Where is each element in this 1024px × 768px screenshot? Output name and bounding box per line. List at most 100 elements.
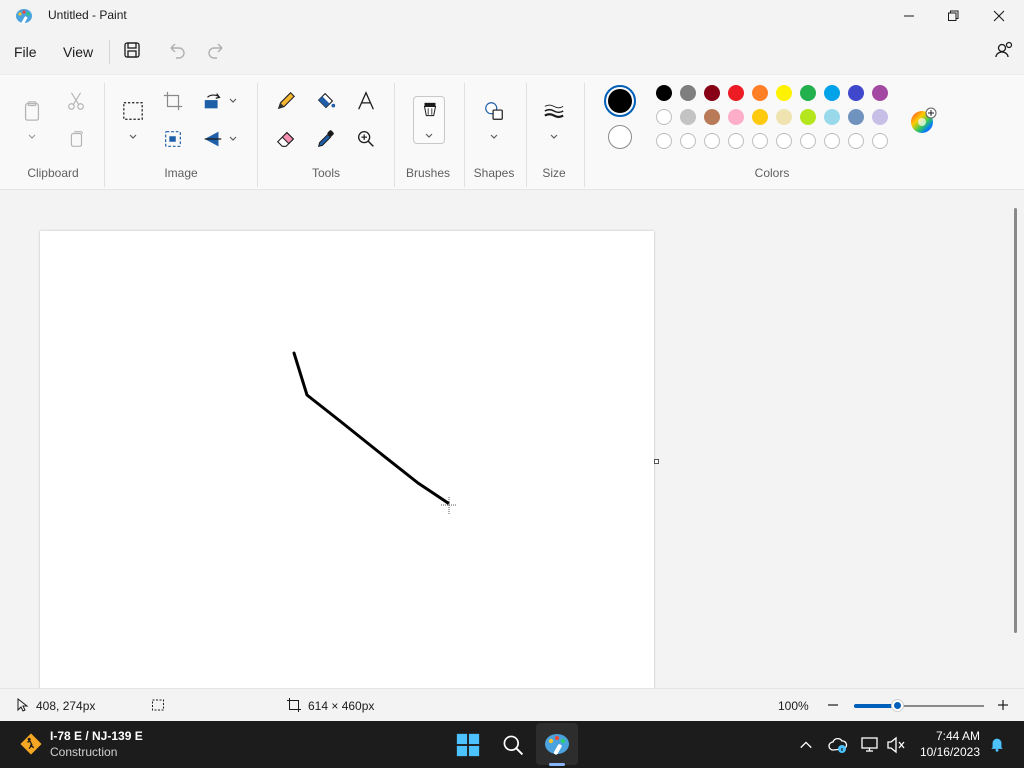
custom-color-slot[interactable] bbox=[824, 133, 840, 149]
save-button[interactable] bbox=[122, 40, 142, 60]
secondary-color-button[interactable] bbox=[608, 125, 632, 149]
rotate-button[interactable] bbox=[201, 89, 225, 113]
flip-button[interactable] bbox=[201, 127, 225, 151]
restore-icon bbox=[948, 10, 959, 21]
search-button[interactable] bbox=[499, 731, 527, 759]
clock-date[interactable]: 10/16/2023 bbox=[912, 745, 980, 759]
cut-button[interactable] bbox=[64, 89, 88, 113]
color-picker-button[interactable] bbox=[314, 127, 338, 151]
weather-widget-icon[interactable] bbox=[18, 731, 44, 757]
redo-button[interactable] bbox=[206, 40, 226, 60]
canvas-workspace[interactable] bbox=[0, 191, 1024, 691]
crop-icon bbox=[163, 91, 183, 111]
palette-color-swatch[interactable] bbox=[752, 85, 768, 101]
size-button[interactable] bbox=[542, 99, 566, 123]
crop-button[interactable] bbox=[161, 89, 185, 113]
palette-color-swatch[interactable] bbox=[872, 109, 888, 125]
eraser-icon bbox=[276, 131, 295, 147]
resize-button[interactable] bbox=[161, 127, 185, 151]
custom-color-slot[interactable] bbox=[752, 133, 768, 149]
palette-color-swatch[interactable] bbox=[800, 109, 816, 125]
magnifier-button[interactable] bbox=[354, 127, 378, 151]
primary-color-button[interactable] bbox=[604, 85, 636, 117]
canvas-drawing bbox=[292, 351, 457, 515]
maximize-button[interactable] bbox=[930, 0, 976, 32]
palette-color-swatch[interactable] bbox=[848, 109, 864, 125]
palette-color-swatch[interactable] bbox=[776, 109, 792, 125]
drawing-canvas[interactable] bbox=[40, 231, 654, 691]
brushes-button[interactable] bbox=[413, 96, 445, 144]
palette-color-swatch[interactable] bbox=[824, 109, 840, 125]
construction-sign-icon bbox=[19, 732, 43, 756]
palette-color-swatch[interactable] bbox=[752, 109, 768, 125]
close-button[interactable] bbox=[976, 0, 1022, 32]
notifications-button[interactable] bbox=[988, 735, 1006, 753]
custom-color-slot[interactable] bbox=[656, 133, 672, 149]
rotate-icon bbox=[204, 93, 221, 109]
zoom-level[interactable]: 100% bbox=[778, 699, 809, 713]
custom-color-slot[interactable] bbox=[872, 133, 888, 149]
edit-colors-button[interactable] bbox=[909, 107, 937, 135]
palette-color-swatch[interactable] bbox=[728, 109, 744, 125]
cut-icon bbox=[68, 92, 84, 110]
minimize-button[interactable] bbox=[886, 0, 932, 32]
paint-taskbar-button[interactable] bbox=[536, 723, 578, 765]
ribbon: Clipboard Image Tools Brushes Shapes Siz… bbox=[0, 74, 1024, 190]
menu-file[interactable]: File bbox=[14, 44, 37, 60]
group-label-colors: Colors bbox=[754, 166, 790, 180]
palette-color-swatch[interactable] bbox=[704, 85, 720, 101]
custom-color-slot[interactable] bbox=[704, 133, 720, 149]
palette-color-swatch[interactable] bbox=[848, 85, 864, 101]
paste-button[interactable] bbox=[20, 99, 44, 123]
clock-time[interactable]: 7:44 AM bbox=[918, 729, 980, 743]
primary-color-swatch bbox=[608, 89, 632, 113]
palette-color-swatch[interactable] bbox=[680, 109, 696, 125]
shapes-button[interactable] bbox=[482, 99, 506, 123]
menu-view[interactable]: View bbox=[63, 44, 93, 60]
onedrive-button[interactable] bbox=[828, 735, 848, 755]
stroke-size-icon bbox=[544, 104, 564, 119]
palette-color-swatch[interactable] bbox=[824, 85, 840, 101]
copy-button[interactable] bbox=[64, 127, 88, 151]
palette-color-swatch[interactable] bbox=[776, 85, 792, 101]
account-icon bbox=[995, 41, 1013, 58]
custom-color-slot[interactable] bbox=[680, 133, 696, 149]
text-button[interactable] bbox=[354, 89, 378, 113]
palette-color-swatch[interactable] bbox=[872, 85, 888, 101]
zoom-slider-thumb[interactable] bbox=[891, 699, 904, 712]
network-button[interactable] bbox=[860, 735, 880, 755]
palette-color-swatch[interactable] bbox=[704, 109, 720, 125]
custom-color-slot[interactable] bbox=[728, 133, 744, 149]
palette-color-swatch[interactable] bbox=[656, 85, 672, 101]
group-label-tools: Tools bbox=[311, 166, 340, 180]
paint-bucket-icon bbox=[317, 92, 336, 109]
select-button[interactable] bbox=[121, 99, 145, 123]
fill-button[interactable] bbox=[314, 89, 338, 113]
pencil-button[interactable] bbox=[274, 89, 298, 113]
palette-color-swatch[interactable] bbox=[800, 85, 816, 101]
shapes-chevron-icon bbox=[490, 134, 498, 139]
weather-widget-title[interactable]: I-78 E / NJ-139 E bbox=[50, 729, 143, 743]
start-button[interactable] bbox=[454, 731, 482, 759]
zoom-in-icon[interactable] bbox=[996, 698, 1010, 712]
palette-color-swatch[interactable] bbox=[656, 109, 672, 125]
show-hidden-icons-button[interactable] bbox=[798, 737, 814, 753]
weather-widget-subtitle[interactable]: Construction bbox=[50, 745, 117, 759]
eraser-button[interactable] bbox=[274, 127, 298, 151]
custom-color-slot[interactable] bbox=[848, 133, 864, 149]
custom-color-slot[interactable] bbox=[800, 133, 816, 149]
palette-color-swatch[interactable] bbox=[680, 85, 696, 101]
volume-button[interactable] bbox=[886, 735, 906, 755]
account-button[interactable] bbox=[994, 40, 1014, 60]
group-separator bbox=[584, 83, 585, 187]
zoom-out-icon[interactable] bbox=[826, 698, 840, 712]
copy-icon bbox=[70, 131, 84, 147]
undo-button[interactable] bbox=[167, 40, 187, 60]
custom-color-slot[interactable] bbox=[776, 133, 792, 149]
group-label-brushes: Brushes bbox=[405, 166, 451, 180]
palette-color-swatch[interactable] bbox=[728, 85, 744, 101]
title-bar: Untitled - Paint bbox=[0, 0, 1024, 32]
size-chevron-icon bbox=[550, 134, 558, 139]
canvas-resize-handle[interactable] bbox=[654, 459, 659, 464]
vertical-scrollbar[interactable] bbox=[1014, 208, 1017, 633]
